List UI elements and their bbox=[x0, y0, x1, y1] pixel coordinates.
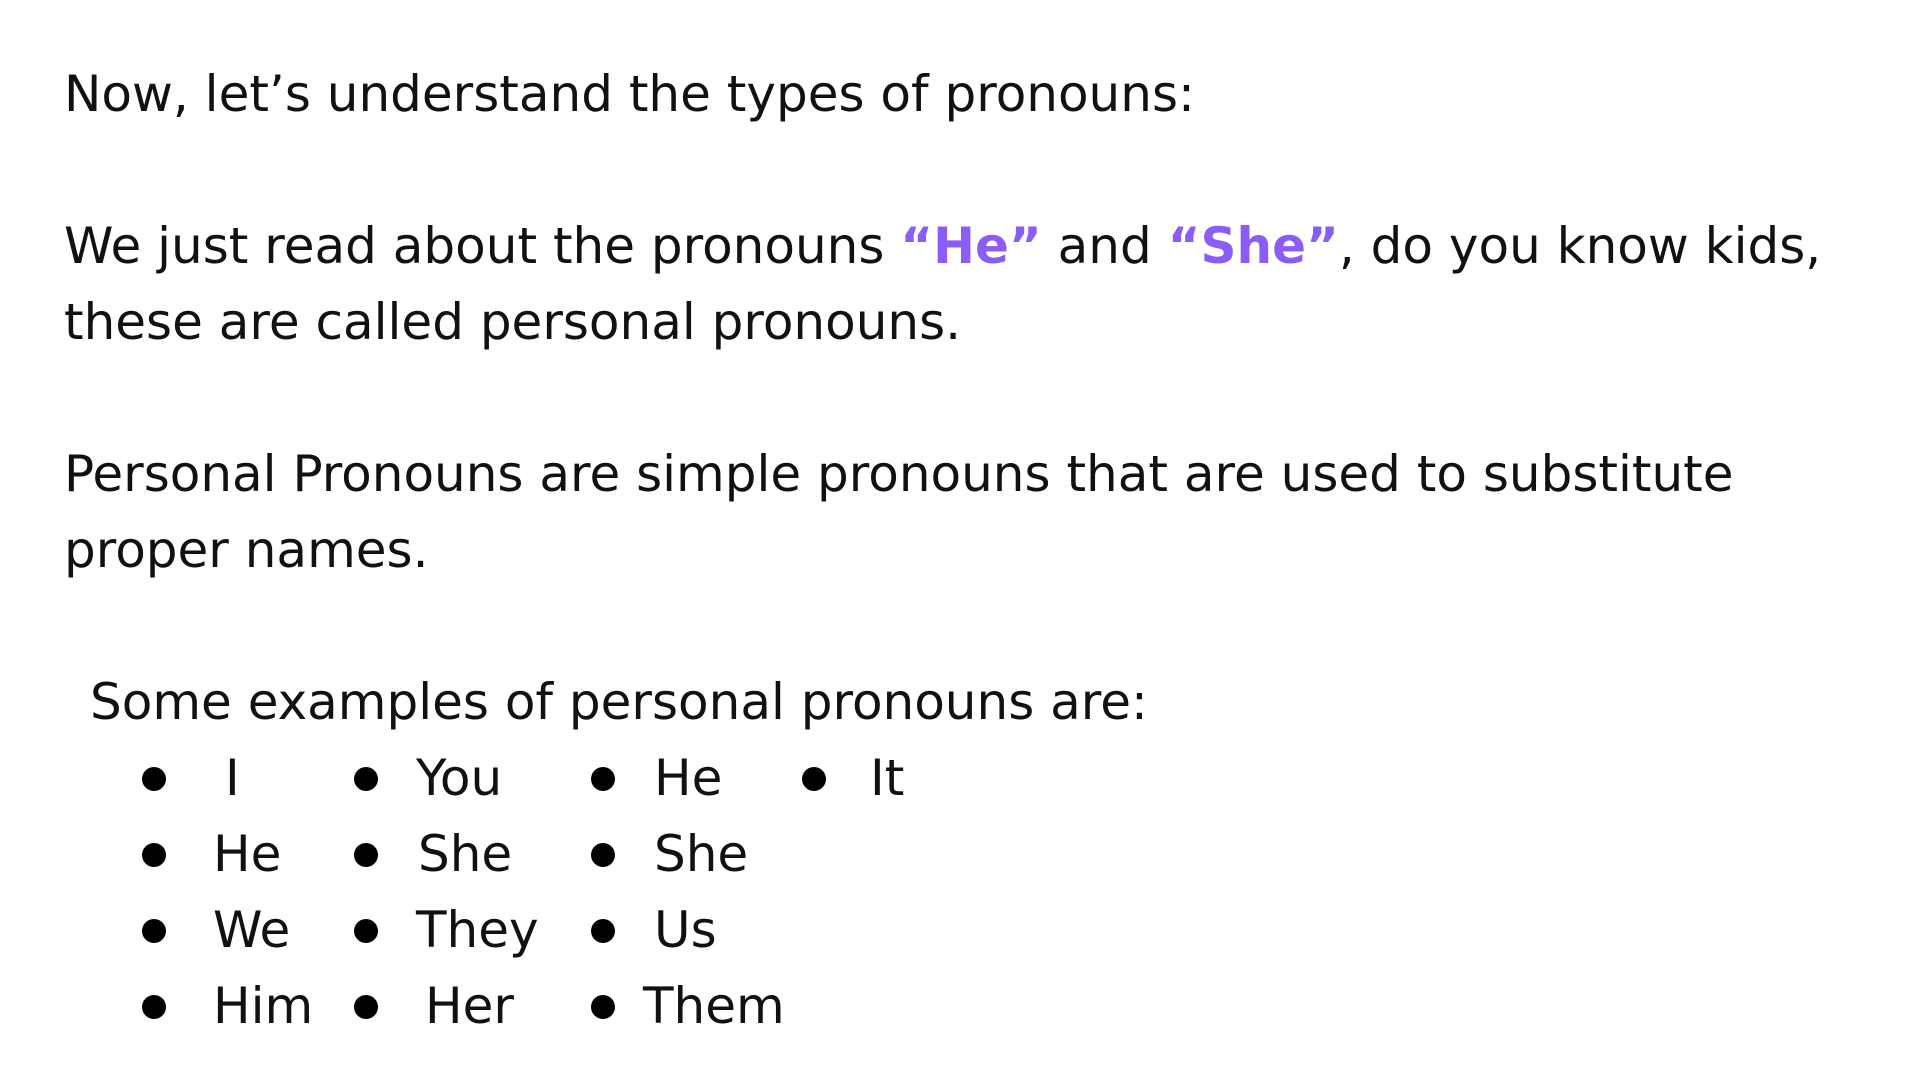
bullet-icon bbox=[591, 843, 615, 867]
bullet-icon bbox=[142, 767, 166, 791]
document-page: Now, let’s understand the types of prono… bbox=[0, 0, 1920, 1080]
list-item-word: Them bbox=[643, 977, 785, 1035]
list-item-word: She bbox=[654, 825, 749, 883]
bullet-icon bbox=[142, 995, 166, 1019]
list-item-word: She bbox=[418, 825, 513, 883]
list-item-word: Her bbox=[425, 977, 514, 1035]
list-item-word: Us bbox=[654, 901, 717, 959]
bullet-icon bbox=[354, 843, 378, 867]
bullet-icon bbox=[142, 919, 166, 943]
bullet-icon bbox=[354, 995, 378, 1019]
bullet-icon bbox=[591, 767, 615, 791]
list-item-word: They bbox=[416, 901, 539, 959]
list-item-word: We bbox=[213, 901, 291, 959]
bullet-icon bbox=[354, 919, 378, 943]
list-item-word: I bbox=[225, 749, 240, 807]
examples-bullet-grid: I He We Him You She They Her He She Us T… bbox=[0, 0, 1920, 1080]
bullet-icon bbox=[802, 767, 826, 791]
bullet-icon bbox=[354, 767, 378, 791]
list-item-word: It bbox=[870, 749, 905, 807]
list-item-word: Him bbox=[213, 977, 314, 1035]
list-item-word: He bbox=[654, 749, 723, 807]
bullet-icon bbox=[591, 995, 615, 1019]
list-item-word: He bbox=[213, 825, 282, 883]
bullet-icon bbox=[142, 843, 166, 867]
list-item-word: You bbox=[416, 749, 503, 807]
bullet-icon bbox=[591, 919, 615, 943]
